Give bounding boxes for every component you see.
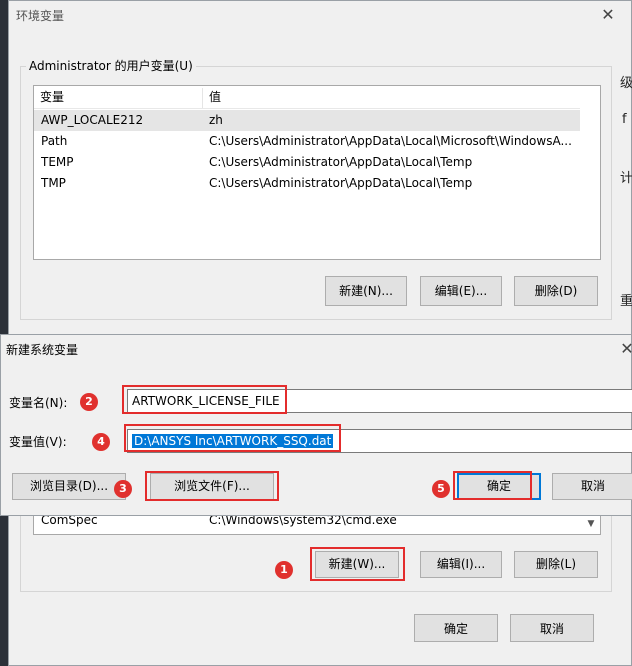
row-name[interactable]: TMP <box>41 173 201 194</box>
step-badge-2: 2 <box>80 393 98 411</box>
highlight-variable-name <box>122 385 287 414</box>
side-glyph-1: 级 <box>620 76 632 91</box>
side-glyph-2: f <box>622 112 627 127</box>
step-badge-5: 5 <box>432 480 450 498</box>
variable-name-label: 变量名(N): <box>9 396 68 410</box>
user-variables-label: Administrator 的用户变量(U) <box>26 58 196 74</box>
dialog-cancel-button[interactable]: 取消 <box>552 473 632 500</box>
variable-value-label: 变量值(V): <box>9 435 67 449</box>
system-delete-button[interactable]: 删除(L) <box>514 551 598 578</box>
dialog-title: 新建系统变量 <box>6 343 79 357</box>
system-edit-button[interactable]: 编辑(I)... <box>420 551 502 578</box>
dialog-close-icon[interactable]: ✕ <box>620 339 632 359</box>
header-divider <box>34 108 580 109</box>
window-title: 环境变量 <box>16 9 65 23</box>
row-name: AWP_LOCALE212 <box>41 113 144 127</box>
highlight-ok <box>453 471 532 500</box>
user-delete-button[interactable]: 删除(D) <box>514 276 598 306</box>
close-icon[interactable]: ✕ <box>598 5 618 25</box>
user-new-button[interactable]: 新建(N)... <box>325 276 407 306</box>
row-value: zh <box>209 113 223 127</box>
side-glyph-4: 重 <box>620 294 632 309</box>
row-value[interactable]: C:\Users\Administrator\AppData\Local\Tem… <box>209 173 577 194</box>
side-glyph-3: 计 <box>620 171 632 186</box>
row-value[interactable]: C:\Users\Administrator\AppData\Local\Mic… <box>209 131 577 152</box>
row-value[interactable]: C:\Users\Administrator\AppData\Local\Tem… <box>209 152 577 173</box>
env-cancel-button[interactable]: 取消 <box>510 614 594 642</box>
step-badge-4: 4 <box>92 433 110 451</box>
user-edit-button[interactable]: 编辑(E)... <box>420 276 502 306</box>
column-header-variable[interactable]: 变量 <box>34 86 202 108</box>
column-header-value[interactable]: 值 <box>203 86 579 108</box>
highlight-variable-value <box>124 424 341 452</box>
highlight-system-new <box>310 547 405 581</box>
highlight-browse-file <box>145 471 279 501</box>
row-name[interactable]: TEMP <box>41 152 201 173</box>
row-name[interactable]: Path <box>41 131 201 152</box>
step-badge-1: 1 <box>275 561 293 579</box>
browse-directory-button[interactable]: 浏览目录(D)... <box>12 473 126 500</box>
step-badge-3: 3 <box>114 480 132 498</box>
env-ok-button[interactable]: 确定 <box>414 614 498 642</box>
